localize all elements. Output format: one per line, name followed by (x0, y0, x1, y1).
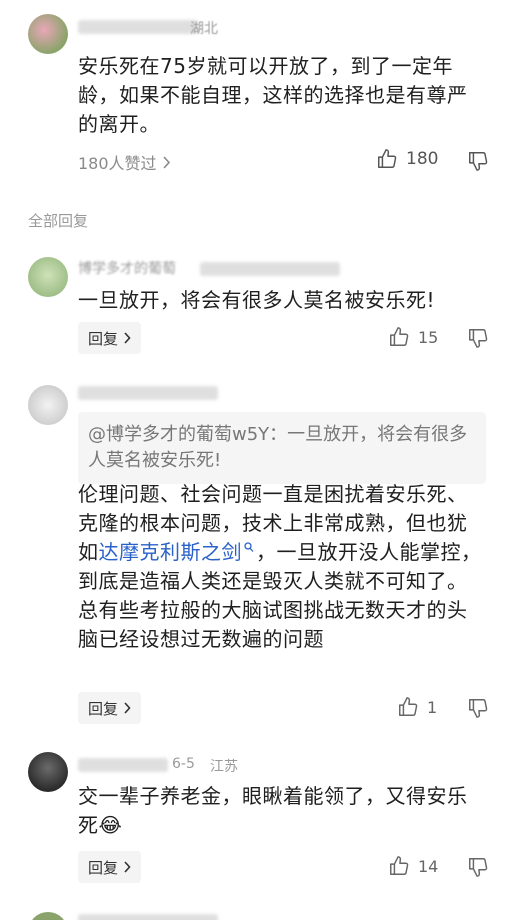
thumbs-up-icon (388, 326, 410, 348)
like-button[interactable]: 1 (397, 696, 437, 718)
comment-text-part: 交一辈子养老金，眼瞅着能领了，又得安乐死 (78, 784, 468, 837)
reply-button[interactable]: 回复 (78, 692, 142, 724)
like-button[interactable]: 180 (376, 148, 438, 170)
comment-text: 伦理问题、社会问题一直是困扰着安乐死、克隆的根本问题，技术上非常成熟，但也犹如达… (78, 480, 486, 654)
avatar[interactable] (28, 912, 68, 920)
username-suffix-blurred (200, 262, 340, 276)
username-blurred (78, 20, 198, 34)
username-blurred (78, 914, 218, 920)
dislike-button[interactable] (467, 150, 489, 172)
reply-button[interactable]: 回复 (78, 322, 142, 354)
chevron-right-icon (124, 702, 131, 714)
thumbs-down-icon (467, 327, 489, 349)
encyclopedia-link[interactable]: 达摩克利斯之剑 (99, 540, 257, 564)
location-text: 湖北 (190, 21, 218, 37)
comment-text: 一旦放开，将会有很多人莫名被安乐死! (78, 288, 436, 312)
likes-summary-text: 180人赞过 (78, 154, 157, 173)
chevron-right-icon (124, 332, 131, 344)
username[interactable]: 博学多才的葡萄 (78, 258, 176, 278)
username-blurred (78, 758, 168, 772)
like-button[interactable]: 15 (388, 326, 438, 348)
thumbs-down-icon (467, 697, 489, 719)
username-blurred (78, 386, 218, 400)
comment-text: 安乐死在75岁就可以开放了，到了一定年龄，如果不能自理，这样的选择也是有尊严的离… (78, 54, 468, 136)
like-count: 14 (418, 856, 439, 876)
thumbs-up-icon (397, 696, 419, 718)
thumbs-up-icon (376, 148, 398, 170)
avatar[interactable] (28, 257, 68, 297)
laughing-emoji: 😂 (98, 813, 123, 837)
thumbs-up-icon (388, 855, 410, 877)
reply-label: 回复 (88, 329, 119, 348)
likes-summary-link[interactable]: 180人赞过 (78, 150, 171, 174)
quoted-reply[interactable]: @博学多才的葡萄w5Y：一旦放开，将会有很多人莫名被安乐死! (78, 412, 486, 484)
avatar[interactable] (28, 752, 68, 792)
thumbs-down-icon (467, 856, 489, 878)
location-text: 江苏 (210, 759, 238, 775)
section-title: 全部回复 (28, 212, 89, 230)
avatar[interactable] (28, 385, 68, 425)
chevron-right-icon (162, 155, 171, 169)
date-text: 6-5 (172, 756, 195, 772)
link-text: 达摩克利斯之剑 (98, 540, 242, 564)
reply-label: 回复 (88, 858, 119, 877)
avatar[interactable] (28, 14, 68, 54)
dislike-button[interactable] (467, 327, 489, 349)
thumbs-down-icon (467, 150, 489, 172)
dislike-button[interactable] (467, 856, 489, 878)
like-count: 180 (406, 149, 439, 169)
dislike-button[interactable] (467, 697, 489, 719)
reply-label: 回复 (88, 699, 119, 718)
chevron-right-icon (124, 861, 131, 873)
like-count: 1 (427, 697, 438, 717)
reply-button[interactable]: 回复 (78, 851, 142, 883)
like-count: 15 (418, 327, 439, 347)
like-button[interactable]: 14 (388, 855, 438, 877)
search-icon (244, 542, 254, 553)
comment-text: 交一辈子养老金，眼瞅着能领了，又得安乐死😂 (78, 782, 486, 840)
